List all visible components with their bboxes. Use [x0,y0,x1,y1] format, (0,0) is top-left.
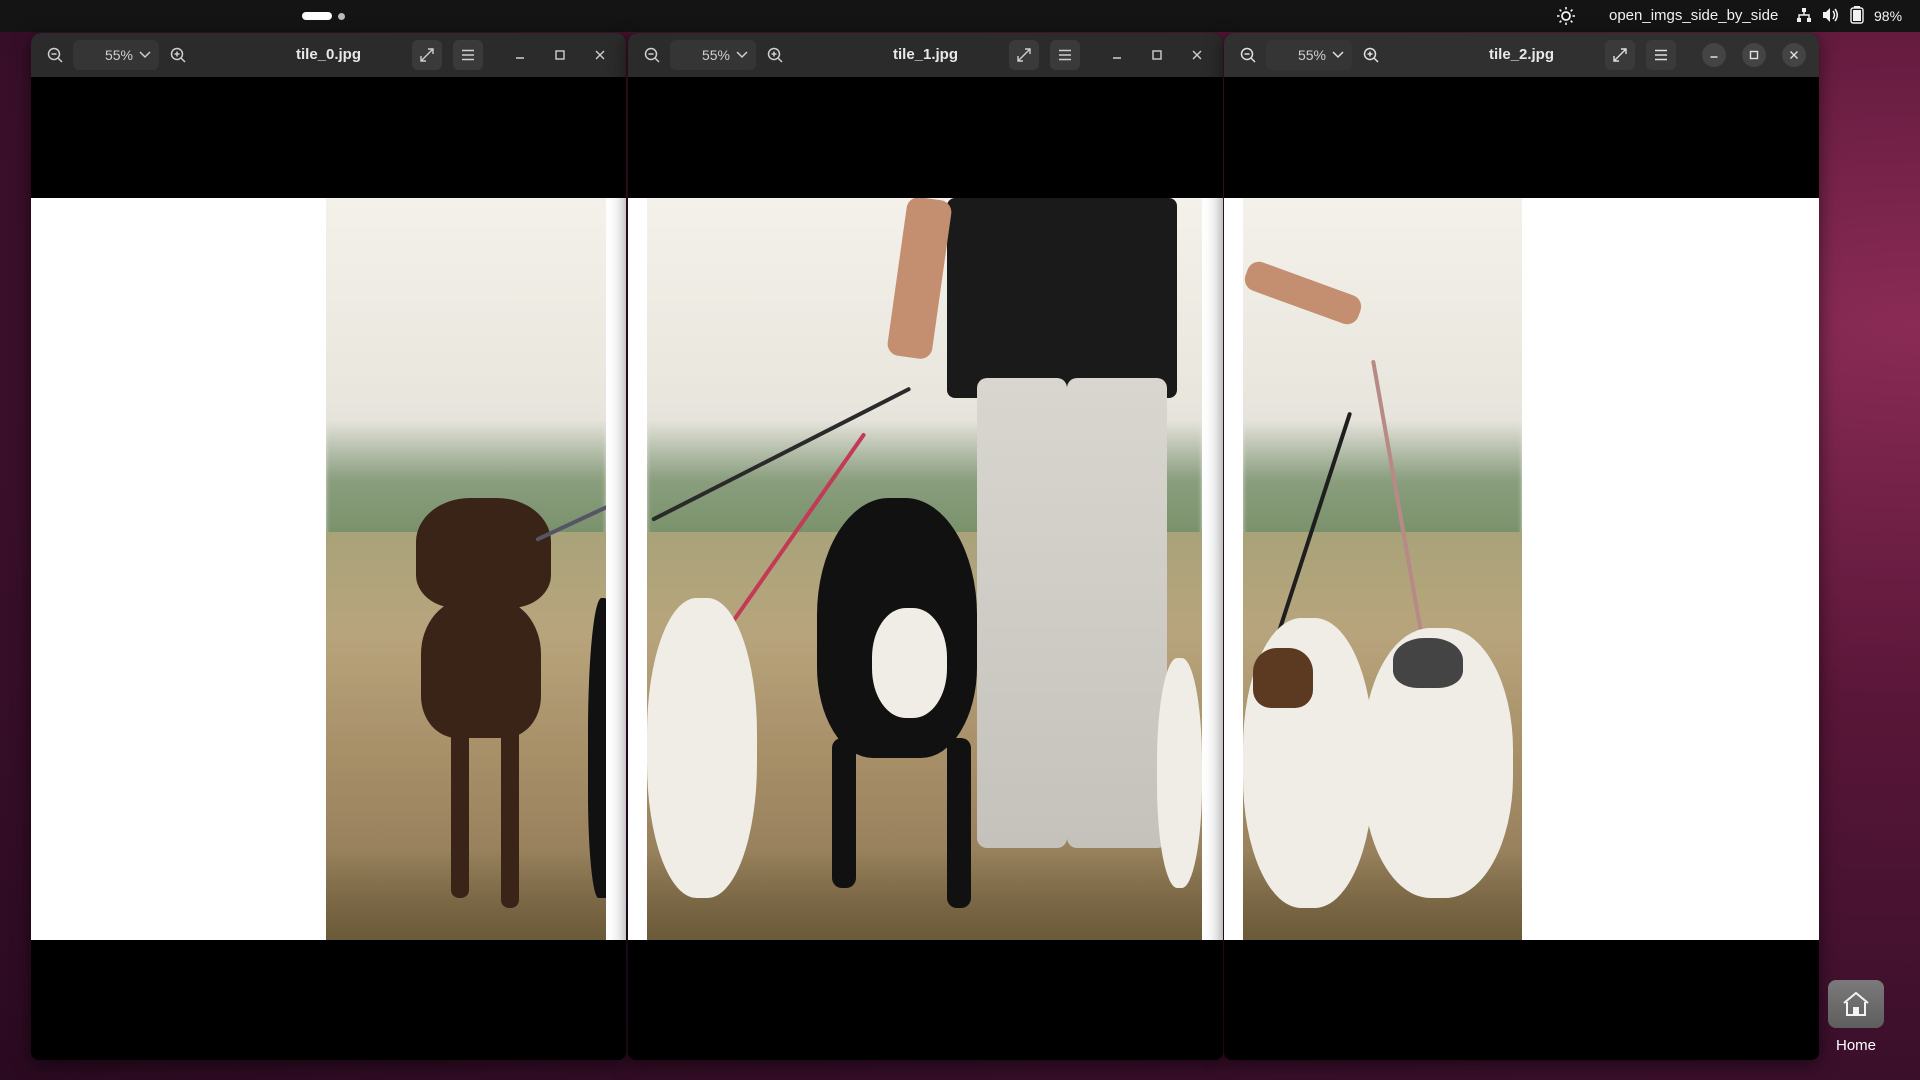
hamburger-menu-icon [1059,49,1071,61]
zoom-out-icon [644,47,660,63]
close-button[interactable] [585,40,615,70]
maximize-icon [1152,50,1162,60]
maximize-icon [1749,50,1759,60]
chevron-down-icon [139,51,151,59]
zoom-level-dropdown[interactable]: 55% [73,40,159,70]
image-viewer-window-1[interactable]: 55% tile_1.jpg [628,33,1223,1060]
fullscreen-icon [1017,48,1031,62]
zoom-out-button[interactable] [40,40,70,70]
system-tray[interactable]: 98% [1796,0,1902,32]
fullscreen-button[interactable] [1009,40,1039,70]
volume-icon [1822,7,1840,26]
close-icon [1790,51,1798,59]
zoom-level-dropdown[interactable]: 55% [1266,40,1352,70]
zoom-out-button[interactable] [637,40,667,70]
fullscreen-icon [1613,48,1627,62]
close-icon [595,50,605,60]
image-canvas[interactable] [31,77,626,1060]
zoom-out-button[interactable] [1233,40,1263,70]
displayed-image[interactable] [647,198,1202,940]
window-headerbar[interactable]: 55% tile_0.jpg [31,33,626,77]
top-bar: open_imgs_side_by_side 98% [0,0,1920,32]
zoom-out-icon [47,47,63,63]
main-menu-button[interactable] [1646,40,1676,70]
zoom-in-icon [170,47,186,63]
battery-icon [1850,5,1864,27]
workspace-indicator[interactable] [302,12,345,20]
fullscreen-button[interactable] [1605,40,1635,70]
focused-app-title[interactable]: open_imgs_side_by_side [1609,7,1778,24]
minimize-button[interactable] [1702,43,1726,67]
fullscreen-icon [420,48,434,62]
window-headerbar[interactable]: 55% tile_2.jpg [1224,33,1819,77]
close-icon [1192,50,1202,60]
image-viewer-window-0[interactable]: 55% tile_0.jpg [31,33,626,1060]
brightness-icon[interactable] [1556,6,1576,26]
home-folder-label[interactable]: Home [1836,1037,1876,1054]
close-button[interactable] [1182,40,1212,70]
workspace-dot[interactable] [338,12,345,20]
zoom-in-button[interactable] [1356,40,1386,70]
zoom-out-icon [1240,47,1256,63]
displayed-image[interactable] [1243,198,1522,940]
hamburger-menu-icon [462,49,474,61]
minimize-icon [516,57,524,59]
hamburger-menu-icon [1655,49,1667,61]
main-menu-button[interactable] [453,40,483,70]
zoom-in-button[interactable] [760,40,790,70]
fullscreen-button[interactable] [412,40,442,70]
image-canvas[interactable] [628,77,1223,1060]
zoom-level-value: 55% [104,47,133,63]
house-icon [1843,991,1869,1016]
battery-percent: 98% [1874,8,1903,24]
image-canvas[interactable] [1224,77,1819,1060]
home-folder-icon[interactable] [1828,980,1884,1028]
maximize-button[interactable] [1742,43,1766,67]
chevron-down-icon [1332,51,1344,59]
chevron-down-icon [736,51,748,59]
minimize-button[interactable] [505,40,535,70]
minimize-icon [1710,56,1718,58]
zoom-in-icon [767,47,783,63]
workspace-active-pill[interactable] [302,12,332,20]
minimize-icon [1113,57,1121,59]
displayed-image[interactable] [326,198,606,940]
zoom-in-icon [1363,47,1379,63]
zoom-level-dropdown[interactable]: 55% [670,40,756,70]
zoom-level-value: 55% [701,47,730,63]
zoom-in-button[interactable] [163,40,193,70]
zoom-level-value: 55% [1297,47,1326,63]
main-menu-button[interactable] [1050,40,1080,70]
window-headerbar[interactable]: 55% tile_1.jpg [628,33,1223,77]
maximize-button[interactable] [1142,40,1172,70]
image-viewer-window-2[interactable]: 55% tile_2.jpg [1224,33,1819,1060]
network-icon [1796,7,1812,26]
close-button[interactable] [1782,43,1806,67]
maximize-icon [555,50,565,60]
maximize-button[interactable] [545,40,575,70]
minimize-button[interactable] [1102,40,1132,70]
